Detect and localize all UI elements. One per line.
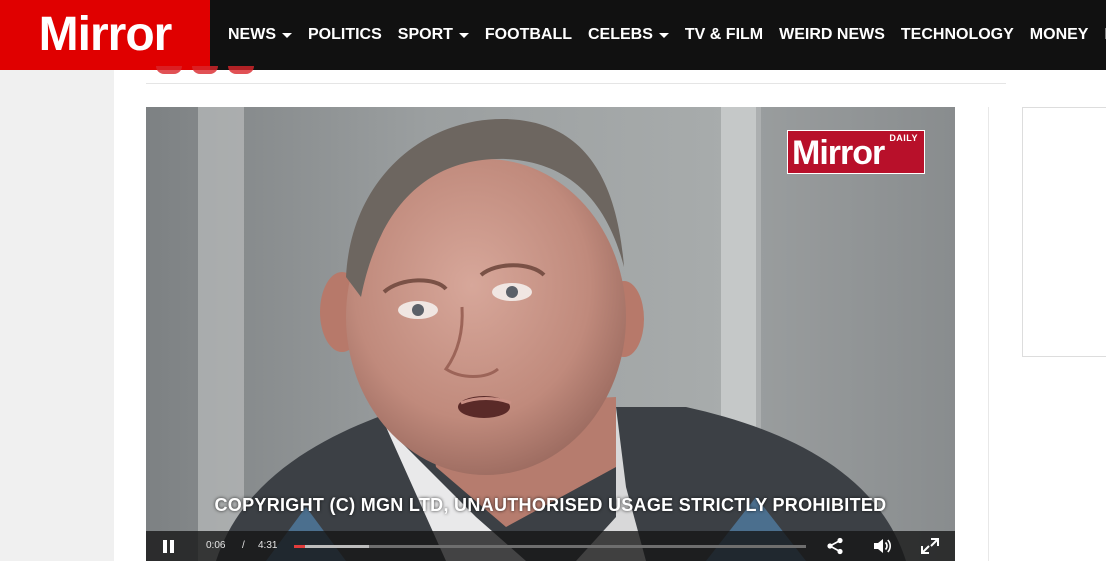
nav-item-tv-film[interactable]: TV & FILM [685,26,763,44]
copyright-overlay: COPYRIGHT (C) MGN LTD, UNAUTHORISED USAG… [214,495,887,515]
column-divider [988,107,989,561]
nav-item-label: WEIRD NEWS [779,26,885,43]
nav-item-label: POLITICS [308,26,382,43]
sidebar-ad-slot[interactable] [1022,107,1106,357]
nav-item-label: FOOTBALL [484,26,572,43]
nav-item-label: MONEY [1029,26,1089,43]
watermark-daily-text: DAILY [889,133,918,143]
share-buttons-row[interactable] [156,66,254,74]
video-player[interactable]: DAILY Mirror COPYRIGHT (C) MGN LTD, UNAU… [146,107,955,561]
article-divider [146,83,1006,84]
nav-item-money[interactable]: MONEY [1030,26,1089,44]
main-nav: NEWS POLITICS SPORT FOOTBALL CELEBS TV & FILM… [228,0,1106,70]
nav-item-sport[interactable]: SPORT [398,26,469,44]
played-progress [294,545,306,548]
site-logo[interactable]: Mirror [0,0,210,70]
nav-item-label: TECHNOLOGY [900,26,1014,43]
video-watermark-logo: DAILY Mirror [787,130,925,174]
pause-icon [163,540,167,553]
progress-bar[interactable] [294,545,806,548]
nav-item-celebs[interactable]: CELEBS [588,26,669,44]
nav-item-label: TV & FILM [684,26,764,43]
nav-item-label: CELEBS [588,26,653,43]
nav-item-label: SPORT [397,26,453,43]
left-gutter [0,70,114,561]
chevron-down-icon [282,32,292,38]
nav-item-news[interactable]: NEWS [228,26,292,44]
chevron-down-icon [658,32,669,38]
video-controls-bar: 0:06 / 4:31 [146,531,955,561]
pause-button[interactable] [162,540,176,553]
nav-item-football[interactable]: FOOTBALL [485,26,572,44]
site-logo-text: Mirror [38,8,173,61]
chevron-down-icon [458,32,469,38]
nav-item-politics[interactable]: POLITICS [308,26,382,44]
buffered-progress [294,545,370,548]
volume-icon[interactable] [872,537,892,555]
nav-item-technology[interactable]: TECHNOLOGY [901,26,1014,44]
watermark-brand-text: Mirror [792,134,885,172]
nav-item-weird-news[interactable]: WEIRD NEWS [779,26,885,44]
time-separator: / [242,540,245,551]
nav-item-label: NEWS [228,26,276,43]
current-time: 0:06 [206,540,226,551]
top-navigation-bar: Mirror NEWS POLITICS SPORT FOOTBALL CELEBS TV… [0,0,1106,70]
fullscreen-icon[interactable] [920,537,940,555]
share-icon[interactable] [825,537,845,555]
duration: 4:31 [258,540,278,551]
video-frame [146,107,955,561]
